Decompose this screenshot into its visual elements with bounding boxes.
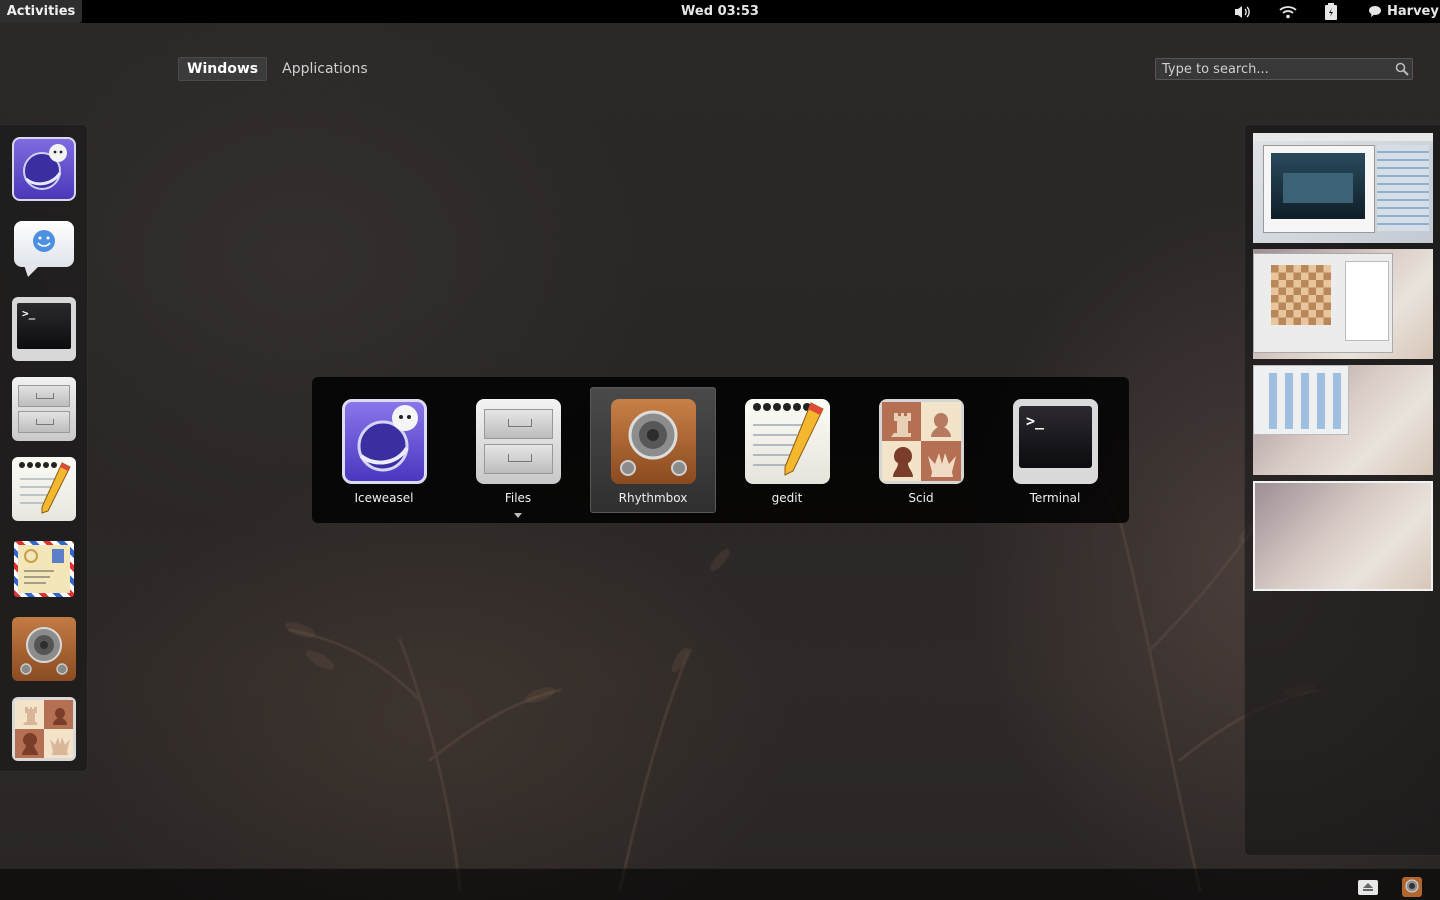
switcher-item-files[interactable]: Files: [455, 387, 581, 518]
switcher-label: Rhythmbox: [618, 491, 688, 505]
iceweasel-icon: [12, 137, 76, 201]
dash-item-scid[interactable]: [10, 695, 78, 763]
switcher-label: Scid: [908, 491, 934, 505]
workspace-thumbnails: [1244, 124, 1440, 856]
app-switcher: Iceweasel Files Rhythmbox gedit Scid >_ …: [312, 377, 1129, 523]
dash-item-rhythmbox[interactable]: [10, 615, 78, 683]
chess-icon: [12, 697, 76, 761]
user-menu[interactable]: Harvey: [1368, 0, 1439, 23]
chess-icon: [879, 399, 964, 484]
workspace-thumbnail[interactable]: [1253, 249, 1433, 359]
switcher-item-terminal[interactable]: >_ Terminal: [992, 387, 1118, 513]
battery-icon[interactable]: [1323, 0, 1339, 23]
activities-button[interactable]: Activities: [0, 0, 82, 23]
tab-windows[interactable]: Windows: [178, 57, 268, 81]
speaker-icon: [12, 617, 76, 681]
switcher-item-iceweasel[interactable]: Iceweasel: [321, 387, 447, 513]
message-tray: [0, 868, 1440, 900]
wifi-icon[interactable]: [1278, 0, 1298, 23]
speaker-icon: [611, 399, 696, 484]
dash-item-gedit[interactable]: [10, 455, 78, 523]
clock[interactable]: Wed 03:53: [620, 0, 820, 23]
switcher-item-gedit[interactable]: gedit: [724, 387, 850, 513]
top-panel: Activities Wed 03:53 Harvey: [0, 0, 1440, 23]
workspace-thumbnail[interactable]: [1253, 133, 1433, 243]
notepad-pencil-icon: [12, 457, 76, 521]
chat-status-icon: [1369, 6, 1381, 17]
iceweasel-icon: [342, 399, 427, 484]
switcher-label: Files: [504, 491, 532, 505]
dash-item-empathy[interactable]: [10, 215, 78, 283]
notepad-pencil-icon: [745, 399, 830, 484]
file-cabinet-icon: [476, 399, 561, 484]
dash: >_: [0, 124, 88, 772]
terminal-icon: >_: [1013, 399, 1098, 484]
switcher-label: gedit: [771, 491, 803, 505]
file-cabinet-icon: [12, 377, 76, 441]
volume-icon[interactable]: [1233, 0, 1253, 23]
dash-item-mail[interactable]: [10, 535, 78, 603]
dash-item-files[interactable]: [10, 375, 78, 443]
switcher-label: Iceweasel: [354, 491, 414, 505]
switcher-label: Terminal: [1029, 491, 1081, 505]
switcher-item-scid[interactable]: Scid: [858, 387, 984, 513]
terminal-icon: >_: [12, 297, 76, 361]
dash-item-iceweasel[interactable]: [10, 135, 78, 203]
rhythmbox-tray-icon[interactable]: [1401, 876, 1423, 898]
search-box[interactable]: [1155, 58, 1413, 80]
view-selector: Windows Applications: [178, 57, 377, 81]
chat-bubble-icon: [14, 221, 74, 267]
removable-drive-icon[interactable]: [1357, 877, 1379, 897]
search-icon: [1392, 62, 1412, 76]
user-name: Harvey: [1387, 4, 1439, 19]
tab-applications[interactable]: Applications: [273, 57, 377, 81]
workspace-thumbnail[interactable]: [1253, 365, 1433, 475]
windows-arrow-icon: [514, 513, 522, 518]
dash-item-terminal[interactable]: >_: [10, 295, 78, 363]
switcher-item-rhythmbox[interactable]: Rhythmbox: [590, 387, 716, 513]
workspace-thumbnail-active[interactable]: [1253, 481, 1433, 591]
search-input[interactable]: [1156, 59, 1392, 79]
envelope-icon: [14, 541, 74, 597]
